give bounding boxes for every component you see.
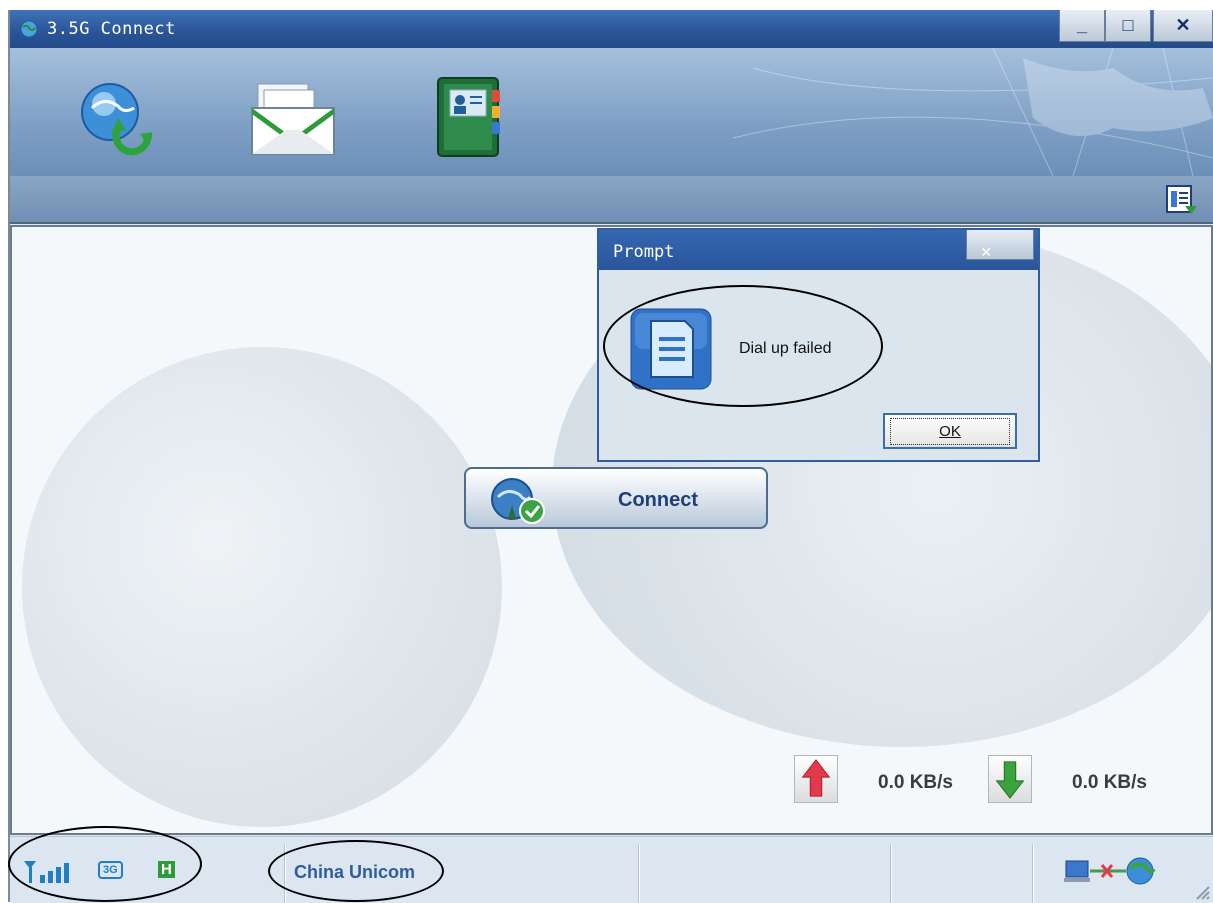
annotation-oval-carrier <box>268 840 444 902</box>
status-divider <box>638 845 640 903</box>
maximize-icon: □ <box>1122 15 1134 35</box>
disconnected-network-icon[interactable] <box>1064 855 1160 887</box>
minimize-button[interactable]: _ <box>1059 10 1105 42</box>
connect-label: Connect <box>618 489 698 511</box>
download-arrow-icon <box>988 755 1032 803</box>
ok-button[interactable]: OK <box>883 413 1017 449</box>
options-bar <box>10 176 1213 224</box>
ok-label: OK <box>890 417 1010 445</box>
maximize-button[interactable]: □ <box>1105 10 1151 42</box>
globe-refresh-icon[interactable] <box>78 78 152 156</box>
envelope-icon[interactable] <box>246 80 338 158</box>
title-bar[interactable]: 3.5G Connect _ □ ✕ <box>10 10 1213 48</box>
app-globe-icon <box>20 20 38 38</box>
world-map-decoration <box>732 48 1213 176</box>
status-divider <box>1032 845 1034 903</box>
download-speed: 0.0 KB/s <box>1072 772 1147 793</box>
annotation-oval-signal <box>8 826 202 902</box>
close-button[interactable]: ✕ <box>1153 10 1213 42</box>
phonebook-icon[interactable] <box>434 76 504 158</box>
upload-arrow-icon <box>794 755 838 803</box>
window-title: 3.5G Connect <box>47 19 176 39</box>
resize-grip-icon[interactable] <box>1193 883 1211 901</box>
dialog-title: Prompt <box>613 242 675 262</box>
connect-globe-icon <box>491 478 545 524</box>
globe-background-left <box>22 347 502 827</box>
status-divider <box>890 845 892 903</box>
main-toolbar <box>10 48 1213 176</box>
menu-list-icon[interactable] <box>1165 184 1199 216</box>
connect-button[interactable]: Connect <box>464 467 768 529</box>
upload-speed: 0.0 KB/s <box>878 772 953 793</box>
close-icon: ✕ <box>981 242 992 262</box>
close-icon: ✕ <box>1175 15 1191 35</box>
dialog-close-button[interactable]: ✕ <box>966 230 1034 262</box>
annotation-oval-message <box>603 285 883 407</box>
dialog-title-bar[interactable]: Prompt ✕ <box>599 230 1038 270</box>
minimize-icon: _ <box>1076 15 1087 35</box>
